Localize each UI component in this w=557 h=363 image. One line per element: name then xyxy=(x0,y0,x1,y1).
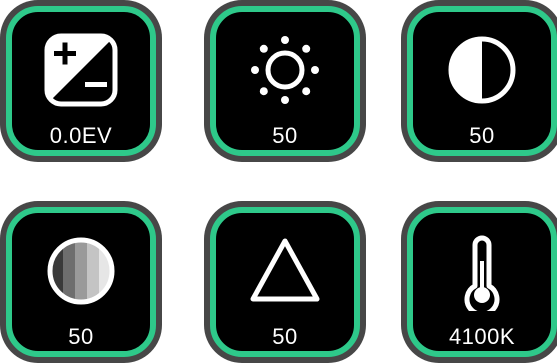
sharpness-value: 50 xyxy=(272,324,298,349)
brightness-tile[interactable]: 50 xyxy=(210,6,360,156)
color-temperature-value: 4100K xyxy=(448,324,516,349)
contrast-value: 50 xyxy=(469,123,495,148)
contrast-icon xyxy=(442,30,522,110)
exposure-value: 0.0EV xyxy=(49,123,113,148)
saturation-icon xyxy=(41,231,121,311)
saturation-tile[interactable]: 50 xyxy=(6,207,156,357)
contrast-tile[interactable]: 50 xyxy=(407,6,557,156)
thermometer-icon xyxy=(442,231,522,311)
color-temperature-tile[interactable]: 4100K xyxy=(407,207,557,357)
saturation-value: 50 xyxy=(68,324,94,349)
exposure-icon xyxy=(41,30,121,110)
brightness-value: 50 xyxy=(272,123,298,148)
brightness-icon xyxy=(245,30,325,110)
sharpness-icon xyxy=(245,231,325,311)
exposure-tile[interactable]: 0.0EV xyxy=(6,6,156,156)
sharpness-tile[interactable]: 50 xyxy=(210,207,360,357)
